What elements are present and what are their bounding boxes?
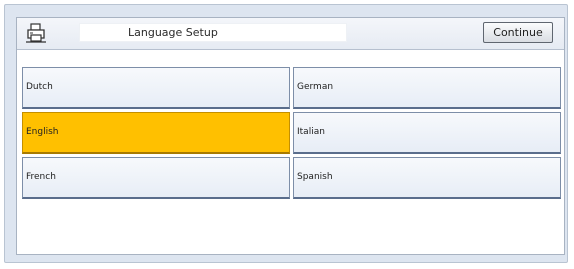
continue-button[interactable]: Continue bbox=[483, 22, 553, 43]
language-label: Italian bbox=[297, 127, 325, 137]
language-label: Spanish bbox=[297, 172, 333, 182]
page-title: Language Setup bbox=[128, 26, 218, 39]
language-label: French bbox=[26, 172, 56, 182]
language-button-dutch[interactable]: Dutch bbox=[22, 67, 290, 109]
language-label: German bbox=[297, 82, 334, 92]
language-label: English bbox=[26, 127, 59, 137]
language-label: Dutch bbox=[26, 82, 53, 92]
language-button-english[interactable]: English bbox=[22, 112, 290, 154]
language-button-french[interactable]: French bbox=[22, 157, 290, 199]
title-field: Language Setup bbox=[79, 23, 347, 42]
language-button-spanish[interactable]: Spanish bbox=[293, 157, 561, 199]
panel-header: Language Setup Continue bbox=[17, 18, 564, 50]
language-button-italian[interactable]: Italian bbox=[293, 112, 561, 154]
language-setup-panel: Language Setup Continue Dutch German Eng… bbox=[16, 17, 565, 255]
language-grid: Dutch German English Italian French Span… bbox=[22, 67, 562, 201]
language-button-german[interactable]: German bbox=[293, 67, 561, 109]
printer-icon bbox=[25, 23, 47, 43]
